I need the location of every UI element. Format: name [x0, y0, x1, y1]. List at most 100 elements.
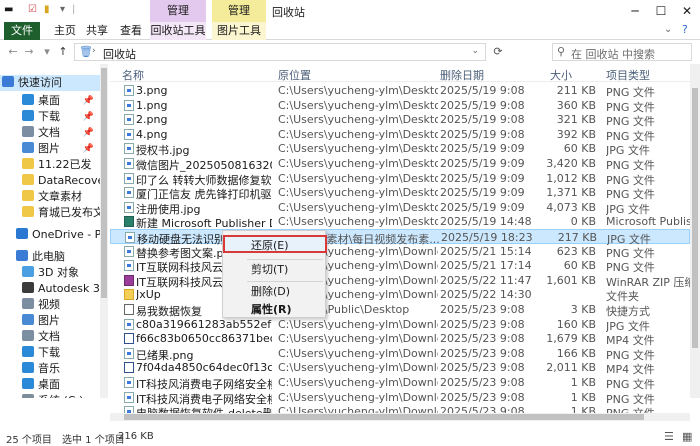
nav-item[interactable]: 桌面 📌 — [0, 93, 100, 109]
nav-item[interactable]: 桌面 — [0, 377, 100, 393]
file-row[interactable]: IT互联网科技风云云计算C:\Users\yucheng-ylm\Downloa… — [110, 258, 690, 274]
nav-item[interactable]: 3D 对象 — [0, 265, 100, 281]
tab-picture-tools[interactable]: 图片工具 — [212, 22, 266, 40]
file-size: 160 KB — [556, 317, 596, 331]
tab-recycle-bin-tools[interactable]: 回收站工具 — [150, 22, 206, 40]
properties-icon[interactable]: ☑ — [28, 4, 37, 18]
file-size: 623 KB — [556, 244, 596, 258]
menu-item-delete[interactable]: 删除(D) — [225, 283, 323, 301]
pin-icon[interactable]: 📌 — [83, 141, 94, 157]
file-row[interactable]: 微信图片_20250508163206.pngC:\Users\yucheng-… — [110, 156, 690, 172]
address-dropdown-icon[interactable]: ⌄ — [471, 46, 479, 56]
column-type[interactable]: 项目类型 — [606, 67, 650, 83]
minimize-button[interactable]: ─ — [622, 2, 648, 20]
nav-item[interactable]: 图片 — [0, 313, 100, 329]
nav-item[interactable]: 此电脑 — [0, 249, 100, 265]
nav-item[interactable]: 视频 — [0, 297, 100, 313]
file-row[interactable]: IT互联网科技风云云计算C:\Users\yucheng-ylm\Downloa… — [110, 273, 690, 289]
nav-item[interactable]: 系统 (C:) — [0, 393, 100, 398]
file-row[interactable]: 已绪果.pngC:\Users\yucheng-ylm\Downloads202… — [110, 346, 690, 362]
file-row[interactable]: 替换参考图文案.pngC:\Users\yucheng-ylm\Download… — [110, 244, 690, 260]
pin-icon[interactable]: 📌 — [83, 93, 94, 109]
chevron-right-icon[interactable]: › — [92, 46, 96, 56]
column-date[interactable]: 删除日期 — [440, 67, 484, 83]
nav-item[interactable]: 育城已发布文章 — [0, 205, 100, 221]
address-bar[interactable]: 🗑 › 回收站 ⌄ — [74, 43, 486, 61]
file-row[interactable]: JxUpC:\Users\yucheng-ylm\Downloads2025/5… — [110, 287, 690, 303]
file-list-scrollbar[interactable] — [690, 64, 700, 398]
nav-item[interactable]: OneDrive - Perso — [0, 227, 100, 243]
horizontal-scrollbar-thumb[interactable] — [124, 414, 644, 420]
column-location[interactable]: 原位置 — [278, 67, 311, 83]
file-row[interactable]: 易我数据恢复 C:\Users\Public\Desktop 2025/5/23 9… — [110, 302, 690, 318]
column-name[interactable]: 名称 — [122, 67, 144, 83]
menu-item-properties[interactable]: 属性(R) — [225, 301, 323, 319]
nav-item[interactable]: 文章素材 — [0, 189, 100, 205]
collapse-ribbon-icon[interactable]: ⌄ — [664, 24, 672, 35]
file-row[interactable]: 3.png C:\Users\yucheng-ylm\Desktop 2025/5/… — [110, 83, 690, 99]
tab-file[interactable]: 文件 — [4, 22, 40, 40]
nav-scrollbar-thumb[interactable] — [101, 68, 107, 298]
quick-access-dropdown-icon[interactable]: ▾ — [60, 4, 65, 18]
nav-scrollbar[interactable] — [100, 64, 108, 398]
file-row[interactable]: 印了么 转转大师数据修复软件_1...C:\Users\yucheng-ylm\… — [110, 171, 690, 187]
pin-icon[interactable]: 📌 — [83, 109, 94, 125]
file-row[interactable]: f66c83b0650cc86371bed69c372... C:\Users\y… — [110, 331, 690, 347]
image-file-icon — [124, 318, 134, 330]
file-location: C:\Users\yucheng-ylm\Desktop — [278, 215, 438, 229]
nav-item[interactable]: DataRecovery — [0, 173, 100, 189]
menu-item-restore[interactable]: 还原(E) — [223, 235, 327, 253]
nav-item[interactable]: 文档 📌 — [0, 125, 100, 141]
file-row[interactable]: 电脑数据恢复软件-delete删除的文... C:\Users\yucheng-y… — [110, 404, 690, 413]
file-row[interactable]: 厦门正信友 虎先锋打印机驱动大...C:\Users\yucheng-ylm\D… — [110, 185, 690, 201]
maximize-button[interactable]: ☐ — [648, 2, 674, 20]
file-row[interactable]: 注册使用.jpg C:\Users\yucheng-ylm\Desktop 2025… — [110, 200, 690, 216]
nav-item[interactable]: 11.22已发 — [0, 157, 100, 173]
close-button[interactable]: ✕ — [674, 2, 700, 20]
nav-item[interactable]: 图片 📌 — [0, 141, 100, 157]
file-date: 2025/5/19 9:09 — [440, 157, 525, 170]
nav-item[interactable]: 下载 📌 — [0, 109, 100, 125]
tab-share[interactable]: 共享 — [82, 22, 112, 40]
details-view-icon[interactable]: ☰ — [664, 430, 674, 443]
nav-item[interactable]: 下载 — [0, 345, 100, 361]
pin-icon[interactable]: 📌 — [83, 125, 94, 141]
search-placeholder: 在 回收站 中搜索 — [571, 48, 655, 61]
nav-item-label: DataRecovery — [38, 174, 100, 187]
refresh-button[interactable]: ⟳ — [490, 44, 506, 60]
file-row[interactable]: 1.png C:\Users\yucheng-ylm\Desktop 2025/5/… — [110, 98, 690, 114]
folder-icon — [22, 190, 34, 201]
nav-item[interactable]: 文档 — [0, 329, 100, 345]
up-button[interactable]: ↑ — [56, 44, 70, 60]
menu-item-cut[interactable]: 剪切(T) — [225, 261, 323, 279]
forward-button[interactable]: → — [22, 44, 36, 60]
file-row[interactable]: 授权书.jpg C:\Users\yucheng-ylm\Desktop 2025/… — [110, 141, 690, 157]
manage-context-label: 管理 — [150, 0, 206, 22]
file-row[interactable]: 7f04da4850c64dec0f13c1f6290... C:\Users\y… — [110, 360, 690, 376]
nav-item[interactable]: 音乐 — [0, 361, 100, 377]
recent-dropdown-icon[interactable]: ▾ — [40, 44, 54, 60]
column-size[interactable]: 大小 — [550, 67, 572, 83]
horizontal-scrollbar[interactable] — [110, 413, 690, 421]
new-folder-icon[interactable]: ▮ — [44, 4, 50, 18]
nav-item[interactable]: Autodesk 360 — [0, 281, 100, 297]
file-date: 2025/5/19 9:08 — [440, 127, 525, 141]
file-size: 392 KB — [556, 127, 596, 141]
file-list: 3.png C:\Users\yucheng-ylm\Desktop 2025/5/… — [110, 83, 690, 413]
tab-view[interactable]: 查看 — [116, 22, 146, 40]
search-input[interactable]: ⚲ 在 回收站 中搜索 — [552, 43, 692, 61]
file-row[interactable]: c80a319661283ab552ef72cdc4c... C:\Users\y… — [110, 317, 690, 333]
tab-home[interactable]: 主页 — [50, 22, 80, 40]
file-row[interactable]: 新建 Microsoft Publisher Docu...C:\Users\y… — [110, 214, 690, 230]
file-row[interactable]: 2.png C:\Users\yucheng-ylm\Desktop 2025/5/… — [110, 112, 690, 128]
nav-item[interactable]: 快速访问 — [0, 75, 100, 91]
large-icons-view-icon[interactable]: ▦ — [682, 430, 692, 443]
file-row[interactable]: IT科技风消费电子网络安全横版ba...C:\Users\yucheng-ylm… — [110, 375, 690, 391]
help-icon[interactable]: ? — [682, 23, 688, 36]
file-row[interactable]: 移动硬盘无法识别怎么修复 C:\...发布素材\每日视频发布素... 2025/5/… — [110, 229, 690, 246]
file-row[interactable]: IT科技风消费电子网络安全横版ba...C:\Users\yucheng-ylm… — [110, 390, 690, 406]
file-scrollbar-thumb[interactable] — [692, 88, 698, 348]
image-file-icon — [124, 260, 134, 272]
file-row[interactable]: 4.png C:\Users\yucheng-ylm\Desktop 2025/5/… — [110, 127, 690, 143]
back-button[interactable]: ← — [6, 44, 20, 60]
